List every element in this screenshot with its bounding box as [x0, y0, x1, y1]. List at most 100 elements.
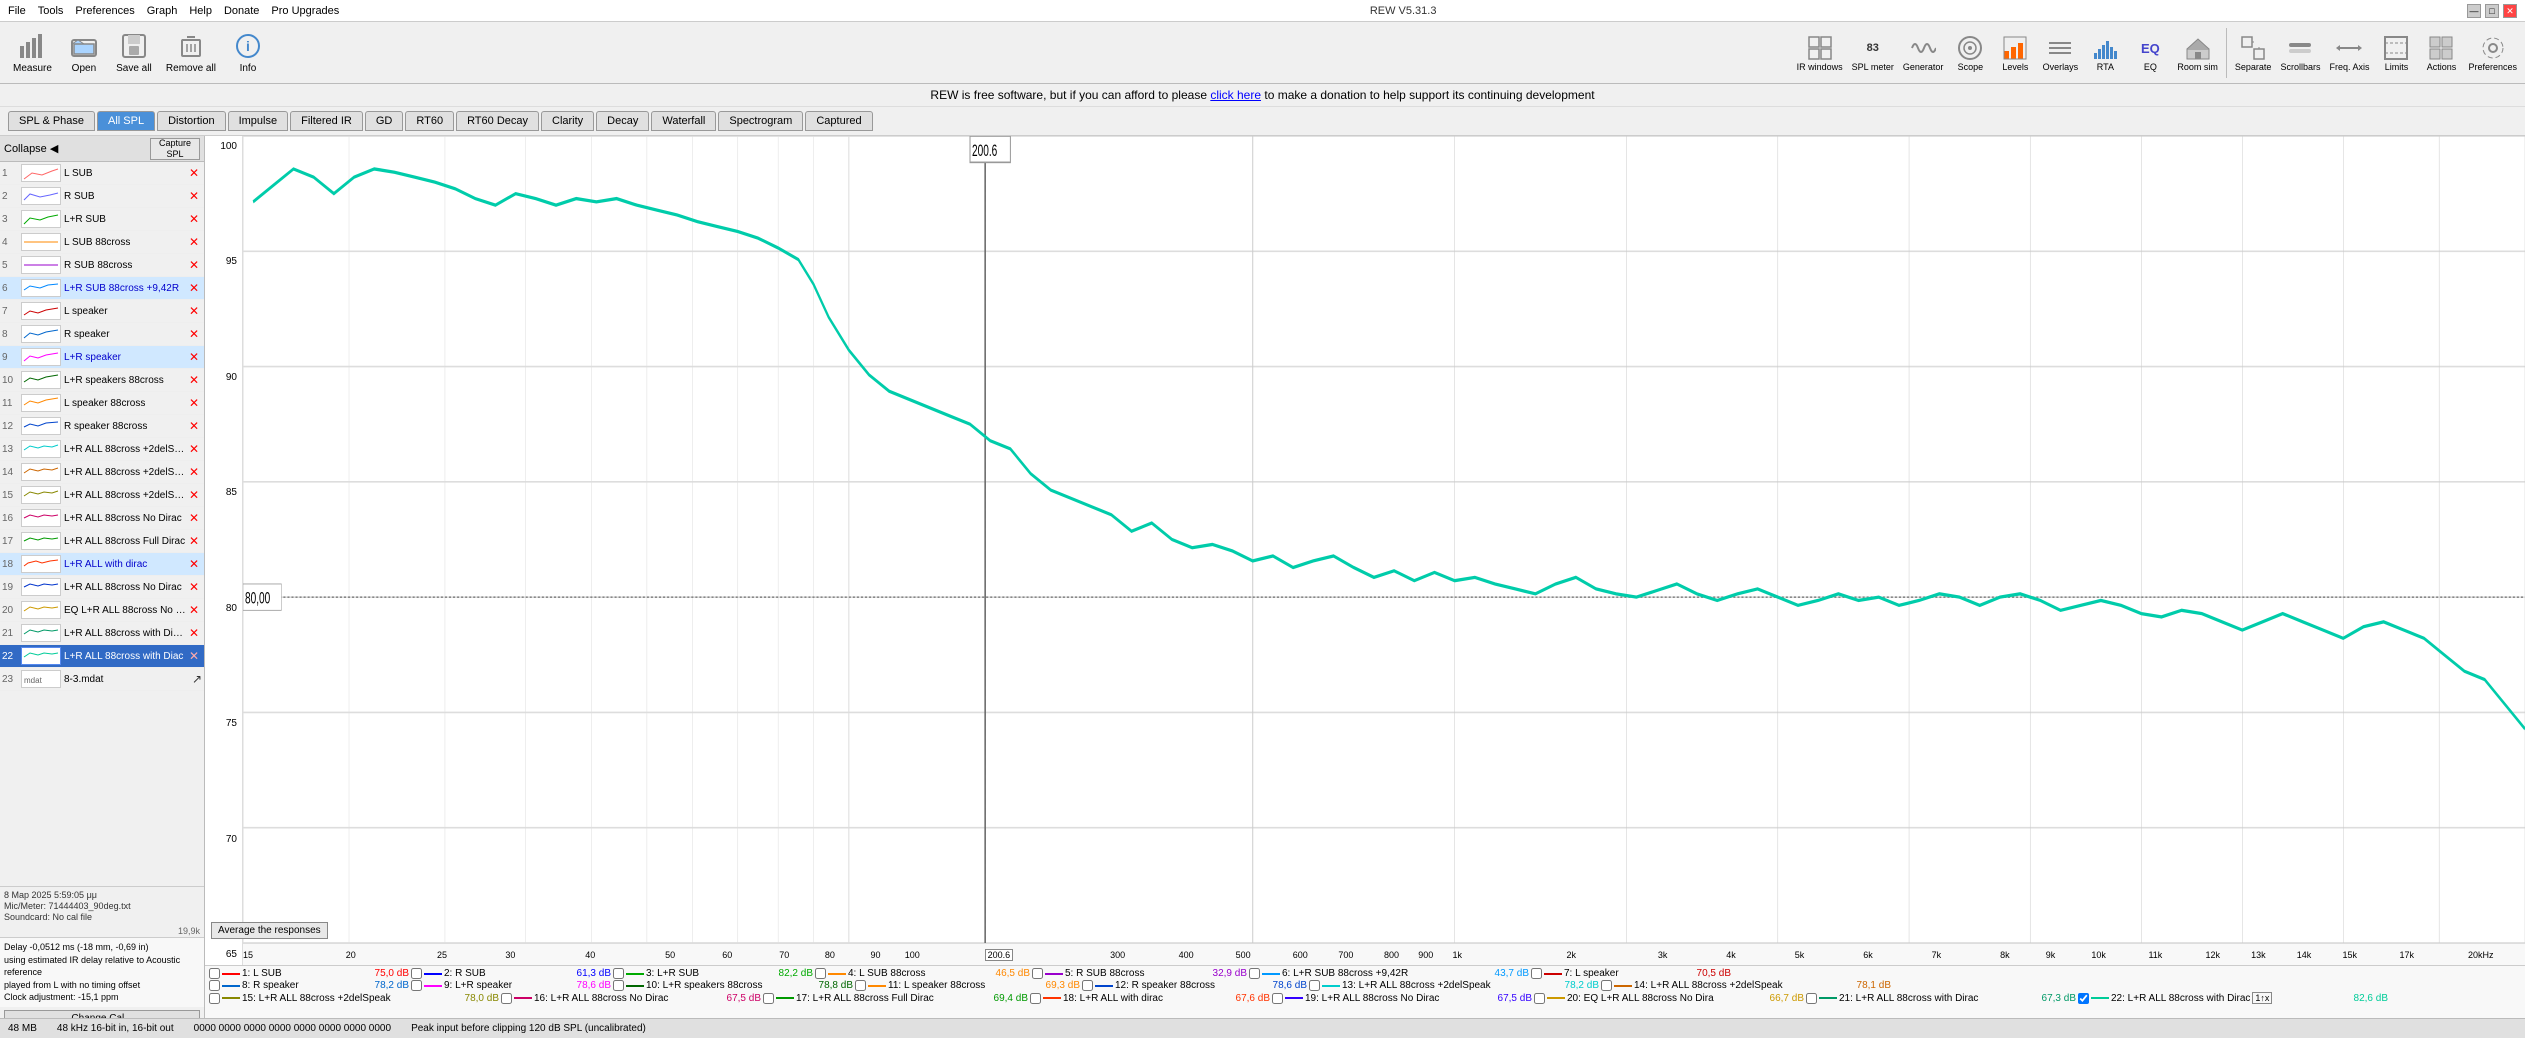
- sidebar-item-1[interactable]: 1 L SUB ✕: [0, 162, 204, 185]
- capture-spl-button[interactable]: Capture SPL: [150, 138, 200, 160]
- sidebar-item-20[interactable]: 20 EQ L+R ALL 88cross No Dira ✕: [0, 599, 204, 622]
- remove-all-button[interactable]: Remove all: [159, 28, 223, 77]
- sidebar-item-7[interactable]: 7 L speaker ✕: [0, 300, 204, 323]
- row-close-21[interactable]: ✕: [186, 625, 202, 641]
- sidebar-item-11[interactable]: 11 L speaker 88cross ✕: [0, 392, 204, 415]
- close-button[interactable]: ✕: [2503, 4, 2517, 18]
- sidebar-item-6[interactable]: 6 L+R SUB 88cross +9,42R ✕: [0, 277, 204, 300]
- menu-help[interactable]: Help: [189, 5, 212, 17]
- sidebar-item-8[interactable]: 8 R speaker ✕: [0, 323, 204, 346]
- sidebar-item-23[interactable]: 23 mdat 8-3.mdat ↗: [0, 668, 204, 691]
- info-button[interactable]: i Info: [223, 28, 273, 77]
- legend-check-3[interactable]: [613, 968, 624, 979]
- legend-check-18[interactable]: [1030, 993, 1041, 1004]
- legend-check-16[interactable]: [501, 993, 512, 1004]
- menu-pro-upgrades[interactable]: Pro Upgrades: [271, 5, 339, 17]
- row-close-4[interactable]: ✕: [186, 234, 202, 250]
- row-close-6[interactable]: ✕: [186, 280, 202, 296]
- donation-link[interactable]: click here: [1210, 88, 1261, 102]
- row-close-13[interactable]: ✕: [186, 441, 202, 457]
- freq-axis-button[interactable]: Freq. Axis: [2325, 32, 2373, 74]
- rta-button[interactable]: RTA: [2083, 32, 2127, 74]
- sidebar-item-16[interactable]: 16 L+R ALL 88cross No Dirac ✕: [0, 507, 204, 530]
- measure-button[interactable]: Measure: [6, 28, 59, 77]
- row-close-15[interactable]: ✕: [186, 487, 202, 503]
- sidebar-item-10[interactable]: 10 L+R speakers 88cross ✕: [0, 369, 204, 392]
- menu-tools[interactable]: Tools: [38, 5, 64, 17]
- legend-check-21[interactable]: [1806, 993, 1817, 1004]
- scope-button[interactable]: Scope: [1948, 32, 1992, 74]
- sidebar-item-21[interactable]: 21 L+R ALL 88cross with Dirac ✕: [0, 622, 204, 645]
- separate-button[interactable]: Separate: [2231, 32, 2276, 74]
- sidebar-item-14[interactable]: 14 L+R ALL 88cross +2delSpeak ✕: [0, 461, 204, 484]
- row-close-17[interactable]: ✕: [186, 533, 202, 549]
- legend-check-14[interactable]: [1601, 980, 1612, 991]
- menu-preferences[interactable]: Preferences: [75, 5, 134, 17]
- legend-check-10[interactable]: [613, 980, 624, 991]
- room-sim-button[interactable]: Room sim: [2173, 32, 2222, 74]
- sidebar-item-9[interactable]: 9 L+R speaker ✕: [0, 346, 204, 369]
- tab-spectrogram[interactable]: Spectrogram: [718, 111, 803, 131]
- tab-distortion[interactable]: Distortion: [157, 111, 225, 131]
- row-close-18[interactable]: ✕: [186, 556, 202, 572]
- tab-rt60[interactable]: RT60: [405, 111, 454, 131]
- sidebar-item-4[interactable]: 4 L SUB 88cross ✕: [0, 231, 204, 254]
- sidebar-item-5[interactable]: 5 R SUB 88cross ✕: [0, 254, 204, 277]
- legend-check-13[interactable]: [1309, 980, 1320, 991]
- sidebar-item-19[interactable]: 19 L+R ALL 88cross No Dirac ✕: [0, 576, 204, 599]
- row-close-7[interactable]: ✕: [186, 303, 202, 319]
- legend-check-6[interactable]: [1249, 968, 1260, 979]
- tab-all-spl[interactable]: All SPL: [97, 111, 155, 131]
- minimize-button[interactable]: —: [2467, 4, 2481, 18]
- legend-check-22[interactable]: [2078, 993, 2089, 1004]
- legend-check-15[interactable]: [209, 993, 220, 1004]
- row-close-10[interactable]: ✕: [186, 372, 202, 388]
- row-close-1[interactable]: ✕: [186, 165, 202, 181]
- tab-decay[interactable]: Decay: [596, 111, 649, 131]
- tab-rt60-decay[interactable]: RT60 Decay: [456, 111, 539, 131]
- legend-edit-22[interactable]: 1↑x: [2252, 992, 2272, 1004]
- row-close-16[interactable]: ✕: [186, 510, 202, 526]
- legend-check-19[interactable]: [1272, 993, 1283, 1004]
- sidebar-item-17[interactable]: 17 L+R ALL 88cross Full Dirac ✕: [0, 530, 204, 553]
- open-button[interactable]: Open: [59, 28, 109, 77]
- sidebar-item-12[interactable]: 12 R speaker 88cross ✕: [0, 415, 204, 438]
- actions-button[interactable]: Actions: [2419, 32, 2463, 74]
- tab-gd[interactable]: GD: [365, 111, 404, 131]
- row-close-11[interactable]: ✕: [186, 395, 202, 411]
- sidebar-item-22[interactable]: 22 L+R ALL 88cross with Diac ✕: [0, 645, 204, 668]
- legend-check-17[interactable]: [763, 993, 774, 1004]
- sidebar-item-13[interactable]: 13 L+R ALL 88cross +2delSpeak ✕: [0, 438, 204, 461]
- legend-check-1[interactable]: [209, 968, 220, 979]
- legend-check-7[interactable]: [1531, 968, 1542, 979]
- row-close-2[interactable]: ✕: [186, 188, 202, 204]
- row-close-22[interactable]: ✕: [186, 648, 202, 664]
- legend-check-9[interactable]: [411, 980, 422, 991]
- spl-meter-button[interactable]: 83 SPL meter: [1848, 32, 1898, 74]
- chart-area[interactable]: 200.6 80,00: [243, 136, 2525, 943]
- row-close-3[interactable]: ✕: [186, 211, 202, 227]
- save-all-button[interactable]: Save all: [109, 28, 159, 77]
- row-close-9[interactable]: ✕: [186, 349, 202, 365]
- row-close-14[interactable]: ✕: [186, 464, 202, 480]
- average-responses-button[interactable]: Average the responses: [211, 922, 328, 939]
- limits-button[interactable]: Limits: [2374, 32, 2418, 74]
- row-close-5[interactable]: ✕: [186, 257, 202, 273]
- sidebar-item-3[interactable]: 3 L+R SUB ✕: [0, 208, 204, 231]
- tab-impulse[interactable]: Impulse: [228, 111, 289, 131]
- scrollbars-button[interactable]: Scrollbars: [2276, 32, 2324, 74]
- legend-check-12[interactable]: [1082, 980, 1093, 991]
- menu-donate[interactable]: Donate: [224, 5, 259, 17]
- sidebar-item-2[interactable]: 2 R SUB ✕: [0, 185, 204, 208]
- tab-clarity[interactable]: Clarity: [541, 111, 594, 131]
- generator-button[interactable]: Generator: [1899, 32, 1948, 74]
- tab-captured[interactable]: Captured: [805, 111, 872, 131]
- legend-check-2[interactable]: [411, 968, 422, 979]
- tab-waterfall[interactable]: Waterfall: [651, 111, 716, 131]
- menu-file[interactable]: File: [8, 5, 26, 17]
- collapse-button[interactable]: Collapse ◀: [4, 142, 58, 155]
- row-close-12[interactable]: ✕: [186, 418, 202, 434]
- tab-filtered-ir[interactable]: Filtered IR: [290, 111, 363, 131]
- overlays-button[interactable]: Overlays: [2038, 32, 2082, 74]
- mdat-expand-icon[interactable]: ↗: [192, 672, 202, 686]
